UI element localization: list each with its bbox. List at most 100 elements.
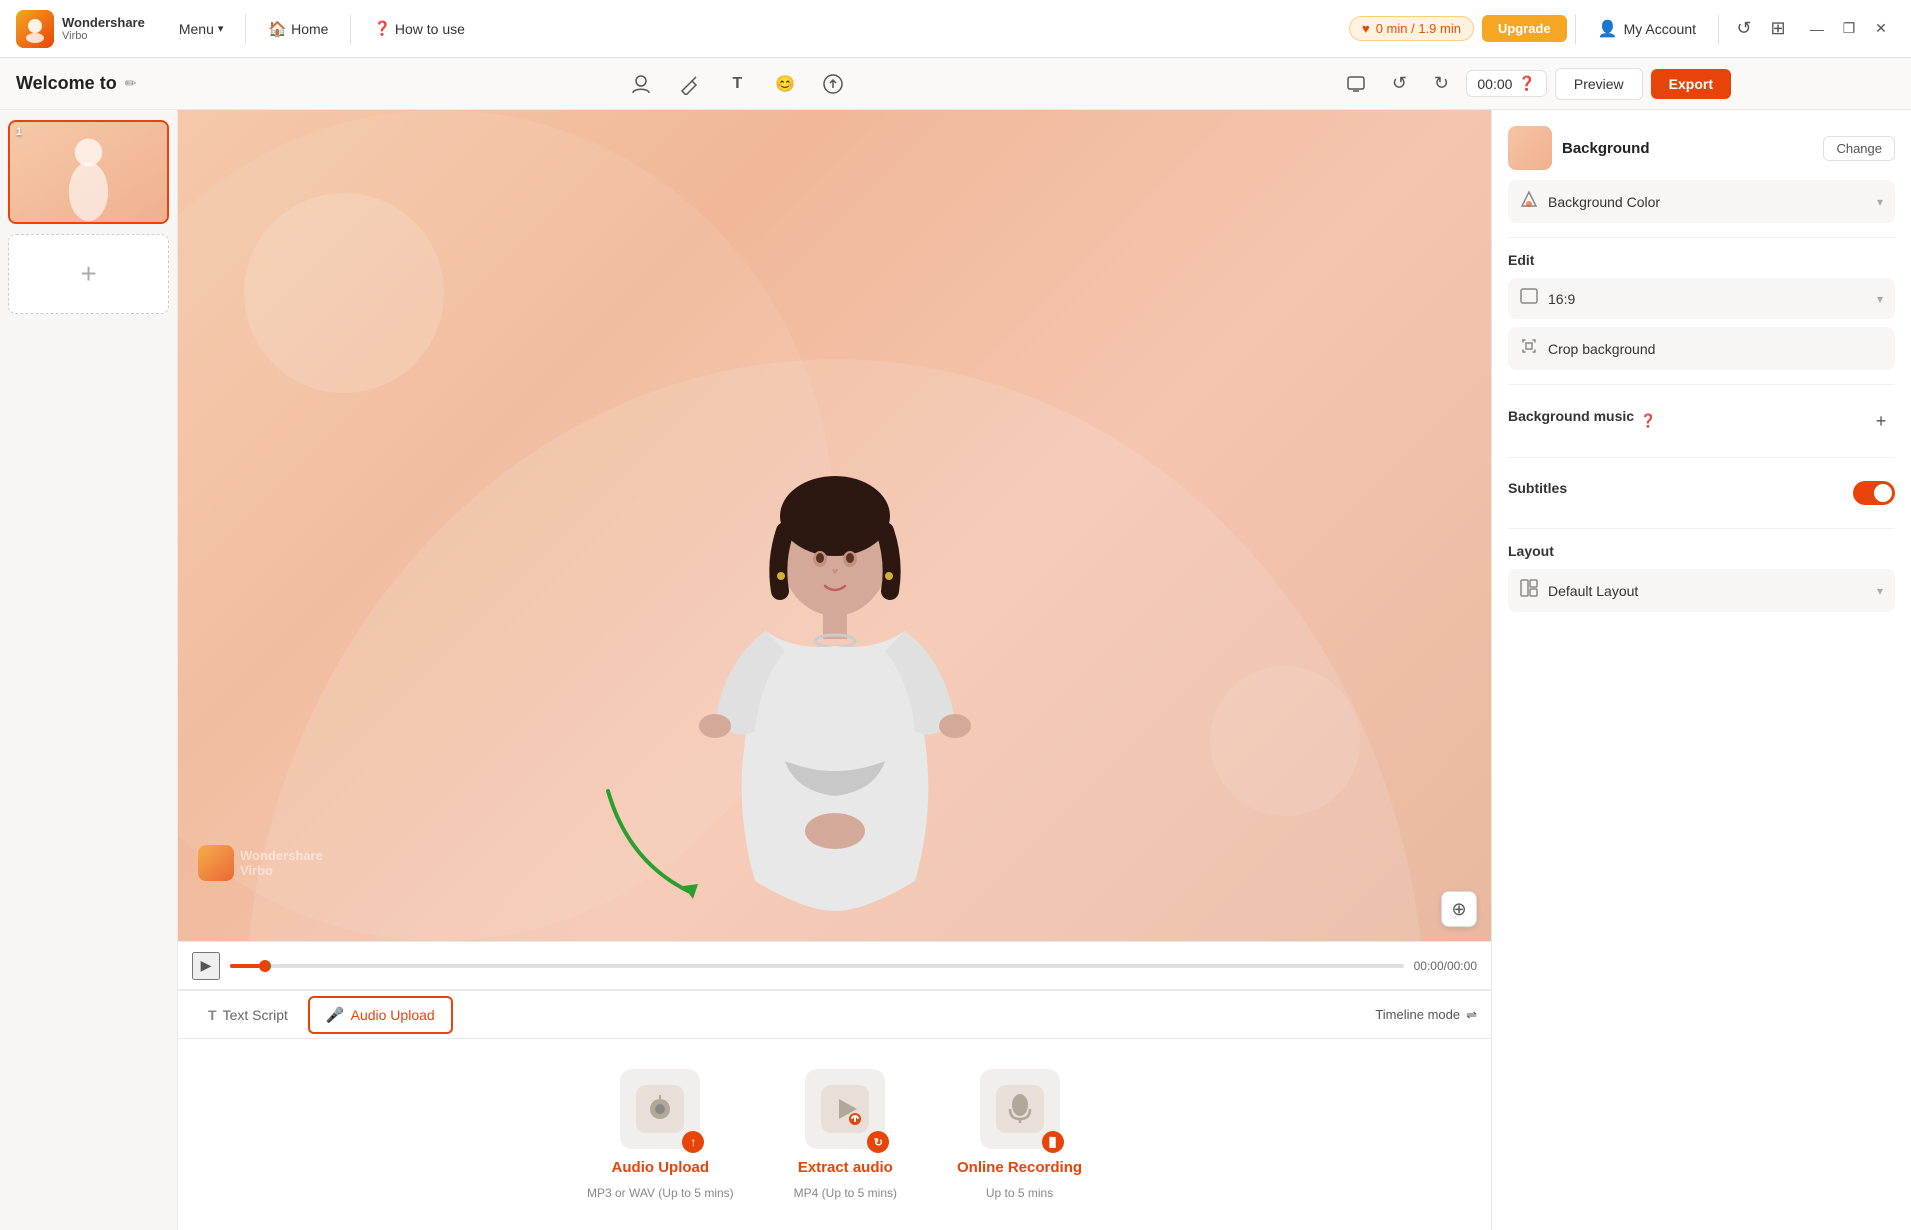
online-recording-badge: ▐▌ (1042, 1131, 1064, 1153)
subtitles-toggle[interactable] (1853, 481, 1895, 505)
audio-upload-subtitle: MP3 or WAV (Up to 5 mins) (587, 1186, 734, 1200)
main-layout: 1 + (0, 110, 1911, 1230)
edit-section-title: Edit (1508, 252, 1895, 268)
toolbar-right: ↺ ↻ 00:00 ❓ Preview Export (1338, 66, 1731, 102)
upgrade-button[interactable]: Upgrade (1482, 15, 1567, 42)
background-header: Background Change (1508, 126, 1895, 170)
background-color-chevron: ▾ (1877, 195, 1883, 209)
background-section: Background Change Background Color ▾ Edi… (1508, 126, 1895, 612)
extract-audio-title: Extract audio (798, 1159, 893, 1176)
add-slide-button[interactable]: + (8, 234, 169, 314)
extract-audio-badge: ↻ (867, 1131, 889, 1153)
title-edit-icon[interactable]: ✏ (125, 75, 137, 92)
aspect-ratio-row[interactable]: 16:9 ▾ (1508, 278, 1895, 319)
toggle-knob (1874, 484, 1892, 502)
default-layout-label: Default Layout (1548, 583, 1867, 599)
online-recording-subtitle: Up to 5 mins (986, 1186, 1053, 1200)
time-display: 00:00 ❓ (1466, 70, 1546, 97)
avatar-tool[interactable] (623, 66, 659, 102)
divider-1 (1508, 237, 1895, 238)
aspect-ratio-chevron: ▾ (1877, 292, 1883, 306)
menu-button[interactable]: Menu ▾ (165, 15, 238, 43)
right-panel: Background Change Background Color ▾ Edi… (1491, 110, 1911, 1230)
history-button[interactable]: ↺ (1727, 12, 1761, 46)
online-recording-icon-container: ▐▌ (980, 1069, 1060, 1149)
annotation-arrow (528, 781, 748, 901)
timeline-mode-toggle[interactable]: Timeline mode ⇌ (1375, 1007, 1477, 1023)
audio-upload-option[interactable]: ↑ Audio Upload MP3 or WAV (Up to 5 mins) (587, 1069, 734, 1200)
online-recording-title: Online Recording (957, 1159, 1082, 1176)
minimize-button[interactable]: — (1803, 15, 1831, 43)
background-thumbnail (1508, 126, 1552, 170)
slide-panel: 1 + (0, 110, 178, 1230)
background-music-help-icon: ❓ (1640, 413, 1656, 429)
redo-button[interactable]: ↻ (1424, 67, 1458, 101)
nav-separator-4 (1718, 14, 1719, 44)
brush-tool[interactable] (671, 66, 707, 102)
logo-text: Wondershare Virbo (62, 15, 145, 42)
time-label: 00:00/00:00 (1414, 959, 1477, 973)
watermark: WondershareVirbo (198, 845, 323, 881)
divider-3 (1508, 457, 1895, 458)
bottom-tabs: T Text Script 🎤 Audio Upload Timeline mo… (178, 991, 1491, 1039)
default-layout-chevron: ▾ (1877, 584, 1883, 598)
slide-thumbnail-1 (10, 122, 167, 222)
watermark-icon (198, 845, 234, 881)
extract-audio-subtitle: MP4 (Up to 5 mins) (794, 1186, 897, 1200)
time-badge: ♥ 0 min / 1.9 min (1349, 16, 1474, 41)
my-account-area[interactable]: 👤 My Account (1584, 13, 1710, 45)
restore-button[interactable]: ❐ (1835, 15, 1863, 43)
window-controls: — ❐ ✕ (1803, 15, 1895, 43)
text-tool[interactable]: T (719, 66, 755, 102)
logo-icon (16, 10, 54, 48)
extract-audio-option[interactable]: ↻ Extract audio MP4 (Up to 5 mins) (794, 1069, 897, 1200)
emoji-tool[interactable]: 😊 (767, 66, 803, 102)
export-button[interactable]: Export (1651, 69, 1731, 99)
zoom-button[interactable]: ⊕ (1441, 891, 1477, 927)
layout-section-title: Layout (1508, 543, 1895, 559)
audio-upload-icon-container: ↑ (620, 1069, 700, 1149)
aspect-ratio-label: 16:9 (1548, 291, 1867, 307)
crop-background-row[interactable]: Crop background (1508, 327, 1895, 370)
background-music-add-button[interactable]: + (1867, 407, 1895, 435)
bg-shape-2 (1210, 666, 1360, 816)
audio-upload-tab[interactable]: 🎤 Audio Upload (308, 996, 453, 1034)
close-button[interactable]: ✕ (1867, 15, 1895, 43)
crop-background-icon (1520, 337, 1538, 360)
background-color-icon (1520, 190, 1538, 213)
preview-button[interactable]: Preview (1555, 68, 1643, 100)
watermark-text: WondershareVirbo (240, 848, 323, 878)
background-color-row[interactable]: Background Color ▾ (1508, 180, 1895, 223)
home-button[interactable]: 🏠 Home (254, 14, 342, 44)
nav-separator-2 (350, 14, 351, 44)
subtitles-row: Subtitles (1508, 472, 1895, 514)
online-recording-option[interactable]: ▐▌ Online Recording Up to 5 mins (957, 1069, 1082, 1200)
undo-button[interactable]: ↺ (1382, 67, 1416, 101)
extract-audio-icon-container: ↻ (805, 1069, 885, 1149)
top-navigation: Wondershare Virbo Menu ▾ 🏠 Home ❓ How to… (0, 0, 1911, 58)
page-title: Welcome to (16, 73, 117, 94)
background-music-title: Background music (1508, 408, 1634, 424)
layout-icon (1520, 579, 1538, 602)
title-area: Welcome to ✏ (16, 73, 136, 94)
canvas-bottom-area: WondershareVirbo ⊕ ▶ 00:00/00:00 (178, 110, 1491, 1230)
how-to-use-button[interactable]: ❓ How to use (359, 14, 478, 43)
toolbar-center: T 😊 (136, 66, 1338, 102)
audio-upload-area: ↑ Audio Upload MP3 or WAV (Up to 5 mins) (178, 1039, 1491, 1230)
background-title: Background (1562, 140, 1650, 157)
screen-icon-btn[interactable] (1338, 66, 1374, 102)
divider-2 (1508, 384, 1895, 385)
grid-button[interactable]: ⊞ (1761, 12, 1795, 46)
play-button[interactable]: ▶ (192, 952, 220, 980)
background-color-label: Background Color (1548, 194, 1867, 210)
nav-separator-3 (1575, 14, 1576, 44)
audio-upload-title: Audio Upload (612, 1159, 710, 1176)
subtitles-title: Subtitles (1508, 480, 1567, 496)
upload-tool[interactable] (815, 66, 851, 102)
default-layout-row[interactable]: Default Layout ▾ (1508, 569, 1895, 612)
slide-item-1[interactable]: 1 (8, 120, 169, 224)
progress-track[interactable] (230, 964, 1404, 968)
text-script-tab[interactable]: T Text Script (192, 999, 304, 1031)
playback-bar: ▶ 00:00/00:00 (178, 941, 1491, 989)
background-change-button[interactable]: Change (1823, 136, 1895, 161)
